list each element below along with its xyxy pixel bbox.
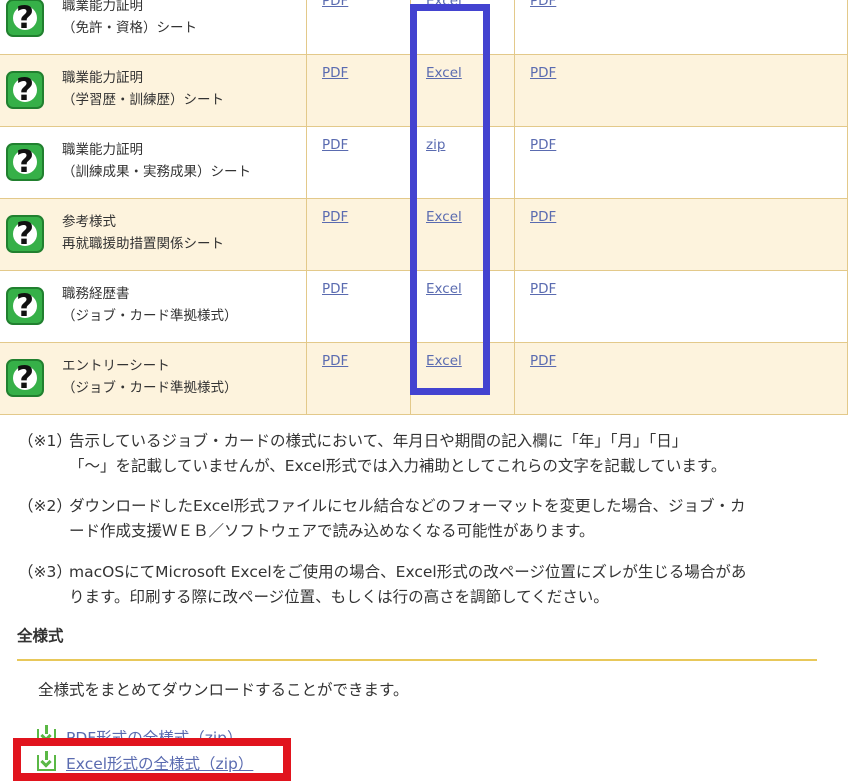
pdf-sample-link[interactable]: PDF (530, 137, 556, 153)
pdf-sample-link[interactable]: PDF (530, 209, 556, 225)
question-icon[interactable]: ? (6, 287, 44, 325)
pdf-sample-link[interactable]: PDF (530, 65, 556, 81)
note-mark: （※1） (18, 432, 72, 450)
form-name: 職業能力証明 （学習歴・訓練歴）シート (62, 70, 224, 108)
pdf-link[interactable]: PDF (322, 281, 348, 297)
pdf-sample-link[interactable]: PDF (530, 281, 556, 297)
question-icon[interactable]: ? (6, 71, 44, 109)
note-mark: （※3） (18, 563, 72, 581)
pdf-link[interactable]: PDF (322, 0, 348, 9)
pdf-link[interactable]: PDF (322, 209, 348, 225)
question-icon[interactable]: ? (6, 215, 44, 253)
form-name: 職業能力証明 （訓練成果・実務成果）シート (62, 142, 251, 180)
section-description: 全様式をまとめてダウンロードすることができます。 (38, 681, 409, 699)
pdf-link[interactable]: PDF (322, 65, 348, 81)
question-icon[interactable]: ? (6, 359, 44, 397)
form-name: 職務経歴書 （ジョブ・カード準拠様式） (62, 286, 238, 324)
question-icon[interactable]: ? (6, 0, 44, 37)
pdf-link[interactable]: PDF (322, 353, 348, 369)
pdf-sample-link[interactable]: PDF (530, 353, 556, 369)
excel-column-highlight (410, 4, 490, 395)
pdf-sample-link[interactable]: PDF (530, 0, 556, 9)
form-name: エントリーシート （ジョブ・カード準拠様式） (62, 358, 238, 396)
form-name: 職業能力証明 （免許・資格）シート (62, 0, 197, 36)
note-mark: （※2） (18, 497, 72, 515)
section-title: 全様式 (17, 624, 817, 661)
pdf-link[interactable]: PDF (322, 137, 348, 153)
excel-download-highlight (13, 738, 291, 781)
form-name: 参考様式 再就職援助措置関係シート (62, 214, 224, 252)
question-icon[interactable]: ? (6, 143, 44, 181)
